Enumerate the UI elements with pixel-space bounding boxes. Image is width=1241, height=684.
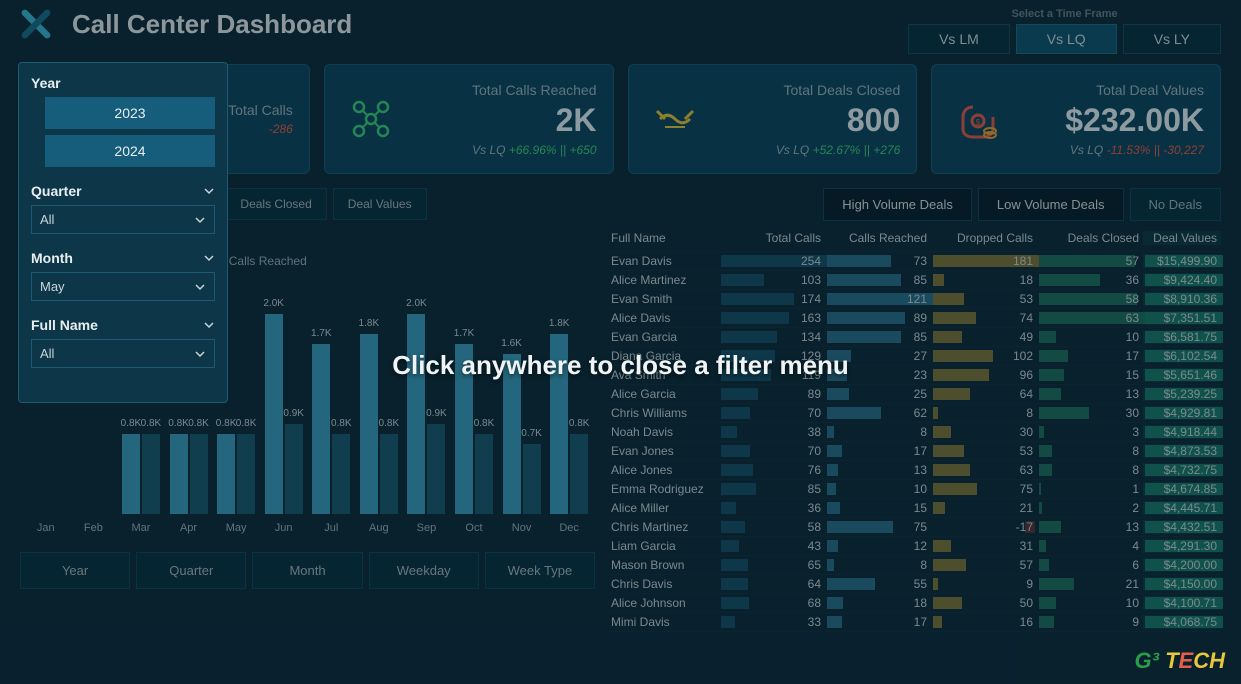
filter-month-select[interactable]: May: [31, 272, 215, 301]
chevron-down-icon: [194, 348, 206, 360]
watermark-logo: G³ TECH: [1135, 648, 1226, 674]
filter-quarter-select[interactable]: All: [31, 205, 215, 234]
filter-quarter-label[interactable]: Quarter: [31, 183, 215, 199]
filter-panel: Year 2023 2024 Quarter All Month May Full…: [18, 62, 228, 403]
filter-month-label[interactable]: Month: [31, 250, 215, 266]
filter-year-label[interactable]: Year: [31, 75, 215, 91]
chevron-down-icon: [194, 281, 206, 293]
chevron-down-icon: [203, 319, 215, 331]
chevron-down-icon: [203, 185, 215, 197]
chevron-down-icon: [194, 214, 206, 226]
filter-year-option[interactable]: 2023: [45, 97, 215, 129]
chevron-down-icon: [203, 252, 215, 264]
overlay-hint: Click anywhere to close a filter menu: [392, 350, 849, 381]
filter-name-select[interactable]: All: [31, 339, 215, 368]
filter-name-label[interactable]: Full Name: [31, 317, 215, 333]
filter-year-option[interactable]: 2024: [45, 135, 215, 167]
